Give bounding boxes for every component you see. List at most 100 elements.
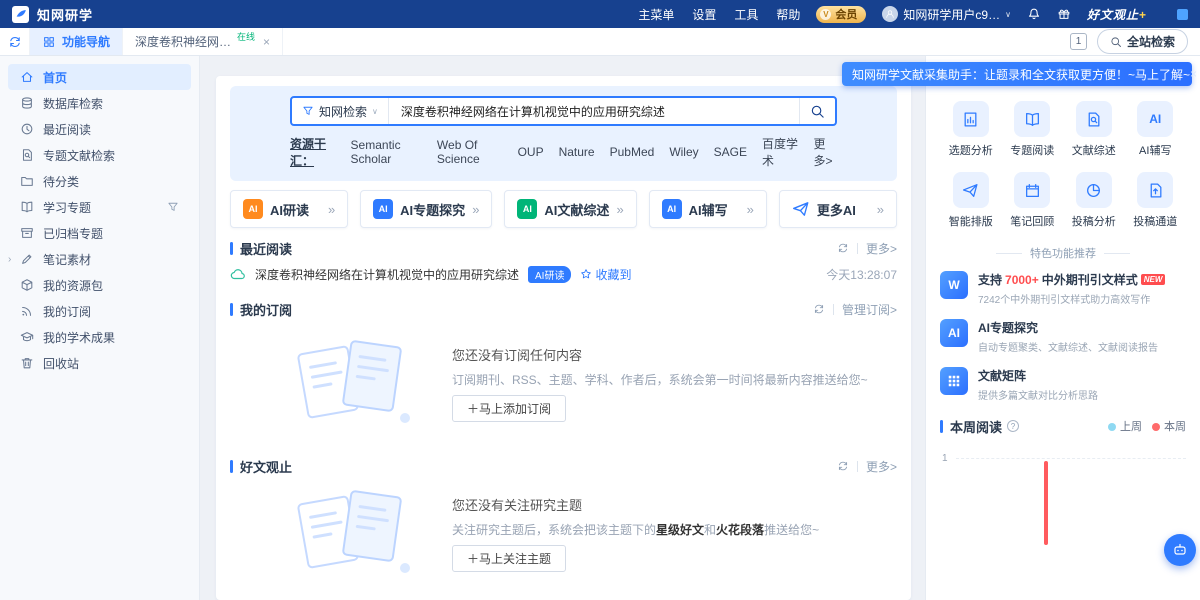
tab-function-nav[interactable]: 功能导航 (30, 28, 123, 55)
quick-ai-writing[interactable]: AIAI辅写 (1125, 101, 1187, 158)
ai-topic-explore-button[interactable]: AI AI专题探究» (360, 190, 492, 228)
sidebar-item-topic-literature-search[interactable]: 专题文献检索 (8, 142, 191, 168)
haowen-promo[interactable]: 好文观止+ (1087, 6, 1147, 23)
tab-document[interactable]: 深度卷积神经网… 在线 × (123, 28, 283, 55)
filter-icon[interactable] (167, 201, 179, 213)
sidebar-item-recent-reading[interactable]: 最近阅读 (8, 116, 191, 142)
main-area: 知网检索 ∨ 深度卷积神经网络在计算机视觉中的应用研究综述 资源干汇： Sema… (200, 56, 925, 600)
sidebar-item-label: 最近阅读 (43, 121, 91, 138)
ai-icon: AI (940, 319, 968, 347)
search-button[interactable] (799, 98, 835, 124)
recent-item[interactable]: 深度卷积神经网络在计算机视觉中的应用研究综述 AI研读 收藏到 今天13:28:… (230, 259, 897, 289)
source-nature[interactable]: Nature (559, 145, 595, 159)
add-subscription-button[interactable]: ＋马上添加订阅 (452, 395, 566, 422)
sync-button[interactable] (0, 28, 30, 55)
source-baidu-scholar[interactable]: 百度学术 (762, 135, 798, 169)
sidebar-item-archived-topics[interactable]: 已归档专题 (8, 220, 191, 246)
source-sage[interactable]: SAGE (714, 145, 747, 159)
sidebar-item-label: 我的订阅 (43, 303, 91, 320)
ai-tool-label: 更多AI (817, 200, 856, 219)
feature-citation-styles[interactable]: W 支持7000+中外期刊引文样式NEW 7242个中外期刊引文样式助力高效写作 (940, 271, 1186, 306)
section-accent (230, 303, 233, 316)
empty-illustration (276, 335, 426, 431)
site-search-button[interactable]: 全站检索 (1097, 29, 1188, 54)
legend-last-week: 上周 (1108, 418, 1142, 434)
more-link[interactable]: 更多> (866, 240, 897, 257)
search-input[interactable]: 深度卷积神经网络在计算机视觉中的应用研究综述 (389, 103, 799, 120)
sidebar-item-database-search[interactable]: 数据库检索 (8, 90, 191, 116)
sidebar-item-home[interactable]: 首页 (8, 64, 191, 90)
y-axis-tick: 1 (942, 453, 948, 464)
window-icon[interactable] (1177, 9, 1188, 20)
section-title: 本周阅读 (950, 417, 1002, 436)
ai-writing-assist-button[interactable]: AI AI辅写» (649, 190, 767, 228)
search-engine-select[interactable]: 知网检索 ∨ (292, 98, 389, 124)
sidebar-item-label: 首页 (43, 69, 67, 86)
follow-topic-button[interactable]: ＋马上关注主题 (452, 545, 566, 572)
recent-item-title[interactable]: 深度卷积神经网络在计算机视觉中的应用研究综述 (255, 266, 519, 283)
source-oup[interactable]: OUP (518, 145, 544, 159)
quick-note-review[interactable]: 笔记回顾 (1002, 172, 1064, 229)
empty-title: 您还没有关注研究主题 (452, 495, 819, 514)
sidebar-item-subscriptions[interactable]: 我的订阅 (8, 298, 191, 324)
close-icon[interactable]: × (263, 35, 270, 49)
section-accent (230, 460, 233, 473)
quick-submission-analysis[interactable]: 投稿分析 (1063, 172, 1125, 229)
quick-literature-review[interactable]: 文献综述 (1063, 101, 1125, 158)
sidebar-item-unclassified[interactable]: 待分类 (8, 168, 191, 194)
menu-main[interactable]: 主菜单 (638, 6, 674, 23)
sidebar-item-label: 数据库检索 (43, 95, 103, 112)
manage-subscriptions-link[interactable]: 管理订阅> (842, 301, 897, 318)
feature-literature-matrix[interactable]: 文献矩阵 提供多篇文献对比分析思路 (940, 367, 1186, 402)
new-badge: NEW (1141, 274, 1166, 285)
quick-topic-reading[interactable]: 专题阅读 (1002, 101, 1064, 158)
ai-read-badge[interactable]: AI研读 (528, 266, 571, 283)
menu-help[interactable]: 帮助 (776, 6, 800, 23)
source-web-of-science[interactable]: Web Of Science (437, 138, 503, 166)
collector-promo-banner[interactable]: 知网研学文献采集助手：让题录和全文获取更方便！~马上了解~ × (842, 62, 1192, 86)
sidebar-item-resource-pack[interactable]: 我的资源包 (8, 272, 191, 298)
close-icon[interactable]: × (1190, 67, 1197, 81)
sidebar-item-label: 学习专题 (43, 199, 91, 216)
source-pubmed[interactable]: PubMed (610, 145, 655, 159)
vip-badge[interactable]: V 会员 (816, 6, 866, 23)
chevron-down-icon: ∨ (1005, 10, 1011, 19)
quick-topic-analysis[interactable]: 选题分析 (940, 101, 1002, 158)
ai-tools-row: AI AI研读» AI AI专题探究» AI AI文献综述» AI AI辅写» (230, 190, 897, 228)
ai-read-button[interactable]: AI AI研读» (230, 190, 348, 228)
refresh-icon[interactable] (837, 460, 849, 472)
menu-settings[interactable]: 设置 (692, 6, 716, 23)
sidebar-item-note-material[interactable]: ›笔记素材 (8, 246, 191, 272)
more-ai-button[interactable]: 更多AI» (779, 190, 897, 228)
menu-tools[interactable]: 工具 (734, 6, 758, 23)
refresh-icon[interactable] (837, 242, 849, 254)
ai-literature-review-button[interactable]: AI AI文献综述» (504, 190, 636, 228)
refresh-icon[interactable] (813, 303, 825, 315)
more-link[interactable]: 更多> (866, 458, 897, 475)
right-panel: 功能直达 ∧自定义 选题分析 专题阅读 文献综述 AIAI辅写 智能排版 笔记回… (925, 56, 1200, 600)
feature-ai-topic-explore[interactable]: AI AI专题探究 自动专题聚类、文献综述、文献阅读报告 (940, 319, 1186, 354)
source-more[interactable]: 更多> (813, 135, 837, 169)
weekly-reading-section: 本周阅读 ? 上周 本周 (940, 415, 1186, 437)
sidebar-item-study-topics[interactable]: 学习专题 (8, 194, 191, 220)
gift-icon[interactable] (1057, 7, 1071, 21)
section-accent (230, 242, 233, 255)
search-icon (1110, 36, 1122, 48)
chevron-right-icon[interactable]: › (8, 254, 11, 265)
source-semantic-scholar[interactable]: Semantic Scholar (351, 138, 422, 166)
sidebar-item-academic-achievements[interactable]: 我的学术成果 (8, 324, 191, 350)
help-icon[interactable]: ? (1007, 420, 1019, 432)
filter-icon (302, 105, 314, 117)
quick-smart-typesetting[interactable]: 智能排版 (940, 172, 1002, 229)
user-account[interactable]: 知网研学用户c9… ∨ (882, 6, 1011, 23)
empty-title: 您还没有订阅任何内容 (452, 345, 868, 364)
notification-bell-icon[interactable] (1027, 7, 1041, 21)
sidebar-item-recycle-bin[interactable]: 回收站 (8, 350, 191, 376)
assistant-chat-button[interactable] (1164, 534, 1196, 566)
vip-icon: V (820, 9, 831, 20)
double-chevron-icon: » (747, 202, 754, 217)
quick-submission-channel[interactable]: 投稿通道 (1125, 172, 1187, 229)
favorite-button[interactable]: 收藏到 (580, 266, 631, 283)
page-count-badge[interactable]: 1 (1070, 33, 1087, 50)
source-wiley[interactable]: Wiley (669, 145, 698, 159)
